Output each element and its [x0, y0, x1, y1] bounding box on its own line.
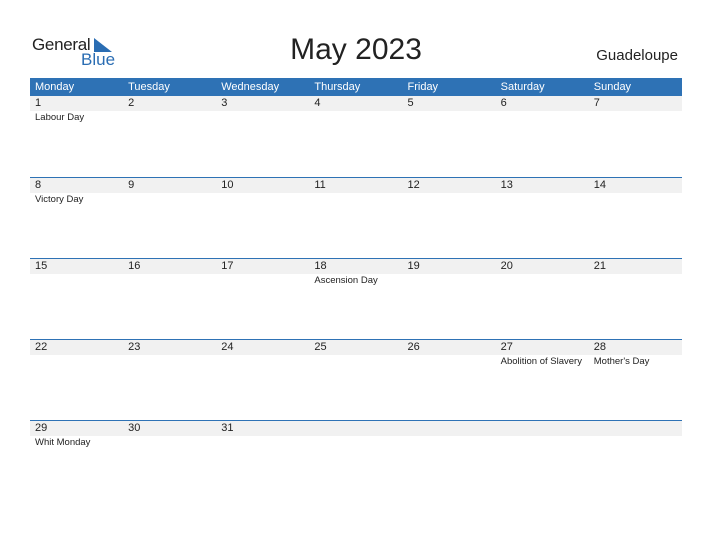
day-cell: 27 Abolition of Slavery — [496, 340, 589, 420]
day-cell: 14 — [589, 178, 682, 258]
day-cell: 16 — [123, 259, 216, 339]
holiday-label: Whit Monday — [35, 437, 91, 448]
day-number: 14 — [593, 179, 606, 191]
day-number: 5 — [407, 97, 414, 109]
day-cell: 29 Whit Monday — [30, 421, 123, 501]
day-number: 10 — [221, 179, 234, 191]
day-cell: 2 — [123, 96, 216, 177]
day-cell: 20 — [496, 259, 589, 339]
day-number: 8 — [35, 179, 42, 191]
holiday-label: Victory Day — [35, 194, 84, 205]
week-row: 8 Victory Day 9 10 11 12 13 14 — [30, 177, 682, 258]
day-number: 27 — [500, 341, 513, 353]
day-cell: 12 — [403, 178, 496, 258]
day-number: 6 — [500, 97, 507, 109]
country-name: Guadeloupe — [596, 47, 678, 64]
day-number: 20 — [500, 260, 513, 272]
day-number: 3 — [221, 97, 228, 109]
day-number: 9 — [128, 179, 135, 191]
day-number: 4 — [314, 97, 321, 109]
day-number: 19 — [407, 260, 420, 272]
day-cell: 4 — [309, 96, 402, 177]
day-number: 7 — [593, 97, 600, 109]
day-cell: 18 Ascension Day — [309, 259, 402, 339]
day-cell: 3 — [216, 96, 309, 177]
weekday-tuesday: Tuesday — [128, 81, 170, 93]
weekday-wednesday: Wednesday — [221, 81, 280, 93]
day-number: 30 — [128, 422, 141, 434]
day-cell — [309, 421, 402, 501]
day-cell: 23 — [123, 340, 216, 420]
weekday-sunday: Sunday — [593, 81, 632, 93]
day-number: 31 — [221, 422, 234, 434]
day-cell: 15 — [30, 259, 123, 339]
day-cell: 25 — [309, 340, 402, 420]
day-cell: 30 — [123, 421, 216, 501]
day-number: 13 — [500, 179, 513, 191]
day-cell: 5 — [403, 96, 496, 177]
day-cell: 17 — [216, 259, 309, 339]
day-number: 18 — [314, 260, 327, 272]
day-number: 28 — [593, 341, 606, 353]
day-cell: 7 — [589, 96, 682, 177]
day-cell — [496, 421, 589, 501]
day-cell: 24 — [216, 340, 309, 420]
day-number: 15 — [35, 260, 48, 272]
day-cell: 26 — [403, 340, 496, 420]
day-number: 26 — [407, 341, 420, 353]
day-number: 16 — [128, 260, 141, 272]
day-cell: 22 — [30, 340, 123, 420]
calendar-grid: Monday Tuesday Wednesday Thursday Friday… — [30, 78, 682, 501]
week-row: 29 Whit Monday 30 31 — [30, 420, 682, 501]
day-number: 2 — [128, 97, 135, 109]
holiday-label: Abolition of Slavery — [500, 356, 582, 367]
day-cell: 10 — [216, 178, 309, 258]
day-number: 24 — [221, 341, 234, 353]
week-row: 22 23 24 25 26 27 Abolition of Slavery 28 Mother… — [30, 339, 682, 420]
day-cell — [403, 421, 496, 501]
day-cell: 19 — [403, 259, 496, 339]
day-number: 21 — [593, 260, 606, 272]
day-cell: 9 — [123, 178, 216, 258]
day-number: 23 — [128, 341, 141, 353]
weekday-monday: Monday — [35, 81, 75, 93]
day-cell: 1 Labour Day — [30, 96, 123, 177]
day-number: 17 — [221, 260, 234, 272]
day-cell: 11 — [309, 178, 402, 258]
day-number: 25 — [314, 341, 327, 353]
day-cell: 13 — [496, 178, 589, 258]
weekday-header: Monday Tuesday Wednesday Thursday Friday… — [30, 78, 682, 96]
day-cell: 21 — [589, 259, 682, 339]
day-cell: 31 — [216, 421, 309, 501]
weeks-container: 1 Labour Day 2 3 4 5 6 7 8 Victory Day 9 10 11 12 13 14… — [30, 96, 682, 501]
day-number: 12 — [407, 179, 420, 191]
week-row: 1 Labour Day 2 3 4 5 6 7 — [30, 96, 682, 177]
day-number: 22 — [35, 341, 48, 353]
weekday-thursday: Thursday — [314, 81, 361, 93]
day-cell: 28 Mother's Day — [589, 340, 682, 420]
day-number: 29 — [35, 422, 48, 434]
day-number: 11 — [314, 179, 326, 191]
holiday-label: Labour Day — [35, 112, 85, 123]
holiday-label: Ascension Day — [314, 275, 378, 286]
weekday-friday: Friday — [407, 81, 439, 93]
day-cell: 8 Victory Day — [30, 178, 123, 258]
day-cell: 6 — [496, 96, 589, 177]
holiday-label: Mother's Day — [593, 356, 650, 367]
day-number: 1 — [35, 97, 42, 109]
weekday-saturday: Saturday — [500, 81, 545, 93]
week-row: 15 16 17 18 Ascension Day 19 20 21 — [30, 258, 682, 339]
day-cell — [589, 421, 682, 501]
